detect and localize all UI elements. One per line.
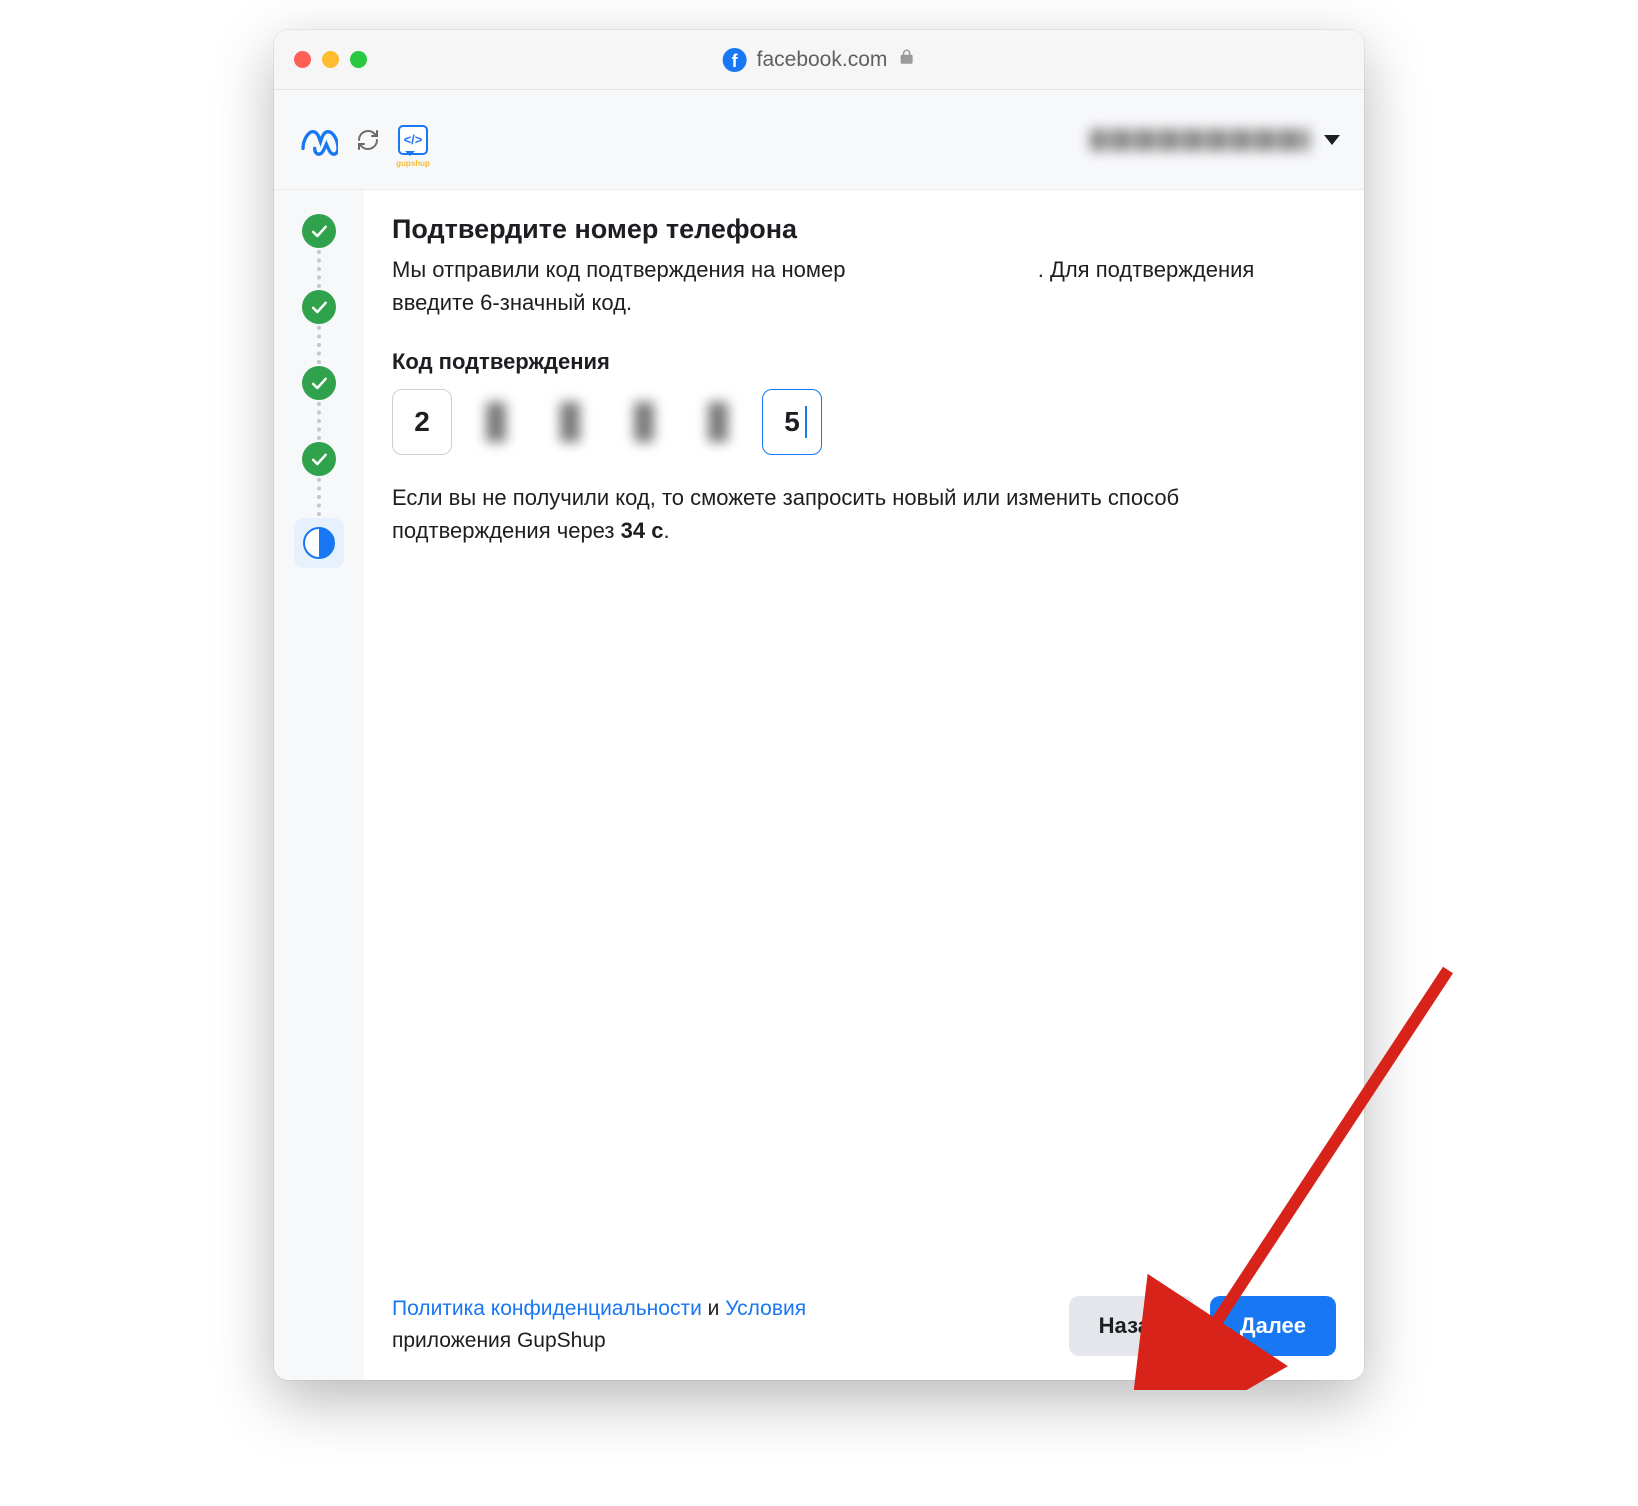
app-header-left: </> gupshup: [298, 120, 428, 160]
page-domain: facebook.com: [757, 48, 888, 72]
page-title: Подтвердите номер телефона: [392, 214, 1336, 245]
browser-window: f facebook.com </> gupshup: [274, 30, 1364, 1380]
chevron-down-icon: [1324, 135, 1340, 145]
window-title-bar: f facebook.com: [274, 30, 1364, 90]
gupshup-logo-icon[interactable]: </> gupshup: [398, 125, 428, 155]
account-menu[interactable]: [1090, 129, 1340, 151]
terms-link[interactable]: Условия: [725, 1297, 806, 1320]
retry-countdown: 34 с: [621, 518, 664, 543]
footer-app-name: приложения GupShup: [392, 1329, 606, 1352]
retry-help-text: Если вы не получили код, то сможете запр…: [392, 481, 1336, 547]
step-connector: [317, 478, 321, 516]
text-cursor: [805, 406, 807, 438]
code-digit-1[interactable]: 2: [392, 389, 452, 455]
step-1-complete: [302, 214, 336, 248]
meta-logo-icon[interactable]: [298, 120, 338, 160]
code-digit-6[interactable]: 5: [762, 389, 822, 455]
maximize-window-button[interactable]: [350, 51, 367, 68]
step-connector: [317, 250, 321, 288]
app-body: Подтвердите номер телефона Мы отправили …: [274, 190, 1364, 1380]
footer-legal-text: Политика конфиденциальности и Условия пр…: [392, 1293, 806, 1356]
main-content: Подтвердите номер телефона Мы отправили …: [364, 190, 1364, 1380]
code-field-label: Код подтверждения: [392, 349, 1336, 375]
code-digit-3[interactable]: [540, 389, 600, 455]
app-header: </> gupshup: [274, 90, 1364, 190]
code-digit-2[interactable]: [466, 389, 526, 455]
code-digit-4[interactable]: [614, 389, 674, 455]
window-traffic-lights: [294, 51, 367, 68]
refresh-icon[interactable]: [356, 128, 380, 152]
step-connector: [317, 326, 321, 364]
step-5-current: [294, 518, 344, 568]
step-2-complete: [302, 290, 336, 324]
close-window-button[interactable]: [294, 51, 311, 68]
step-connector: [317, 402, 321, 440]
stepper-sidebar: [274, 190, 364, 1380]
code-digit-5[interactable]: [688, 389, 748, 455]
page-subtitle: Мы отправили код подтверждения на номер …: [392, 253, 1336, 319]
address-bar[interactable]: f facebook.com: [723, 48, 916, 72]
step-3-complete: [302, 366, 336, 400]
facebook-favicon-icon: f: [723, 48, 747, 72]
step-4-complete: [302, 442, 336, 476]
dialog-footer: Политика конфиденциальности и Условия пр…: [392, 1273, 1336, 1356]
privacy-policy-link[interactable]: Политика конфиденциальности: [392, 1297, 702, 1320]
lock-icon: [897, 48, 915, 71]
minimize-window-button[interactable]: [322, 51, 339, 68]
code-inputs: 2 5: [392, 389, 1336, 455]
account-name-redacted: [1090, 129, 1310, 151]
next-button[interactable]: Далее: [1210, 1296, 1336, 1356]
half-circle-icon: [303, 527, 335, 559]
footer-buttons: Назад Далее: [1069, 1296, 1336, 1356]
back-button[interactable]: Назад: [1069, 1296, 1194, 1356]
